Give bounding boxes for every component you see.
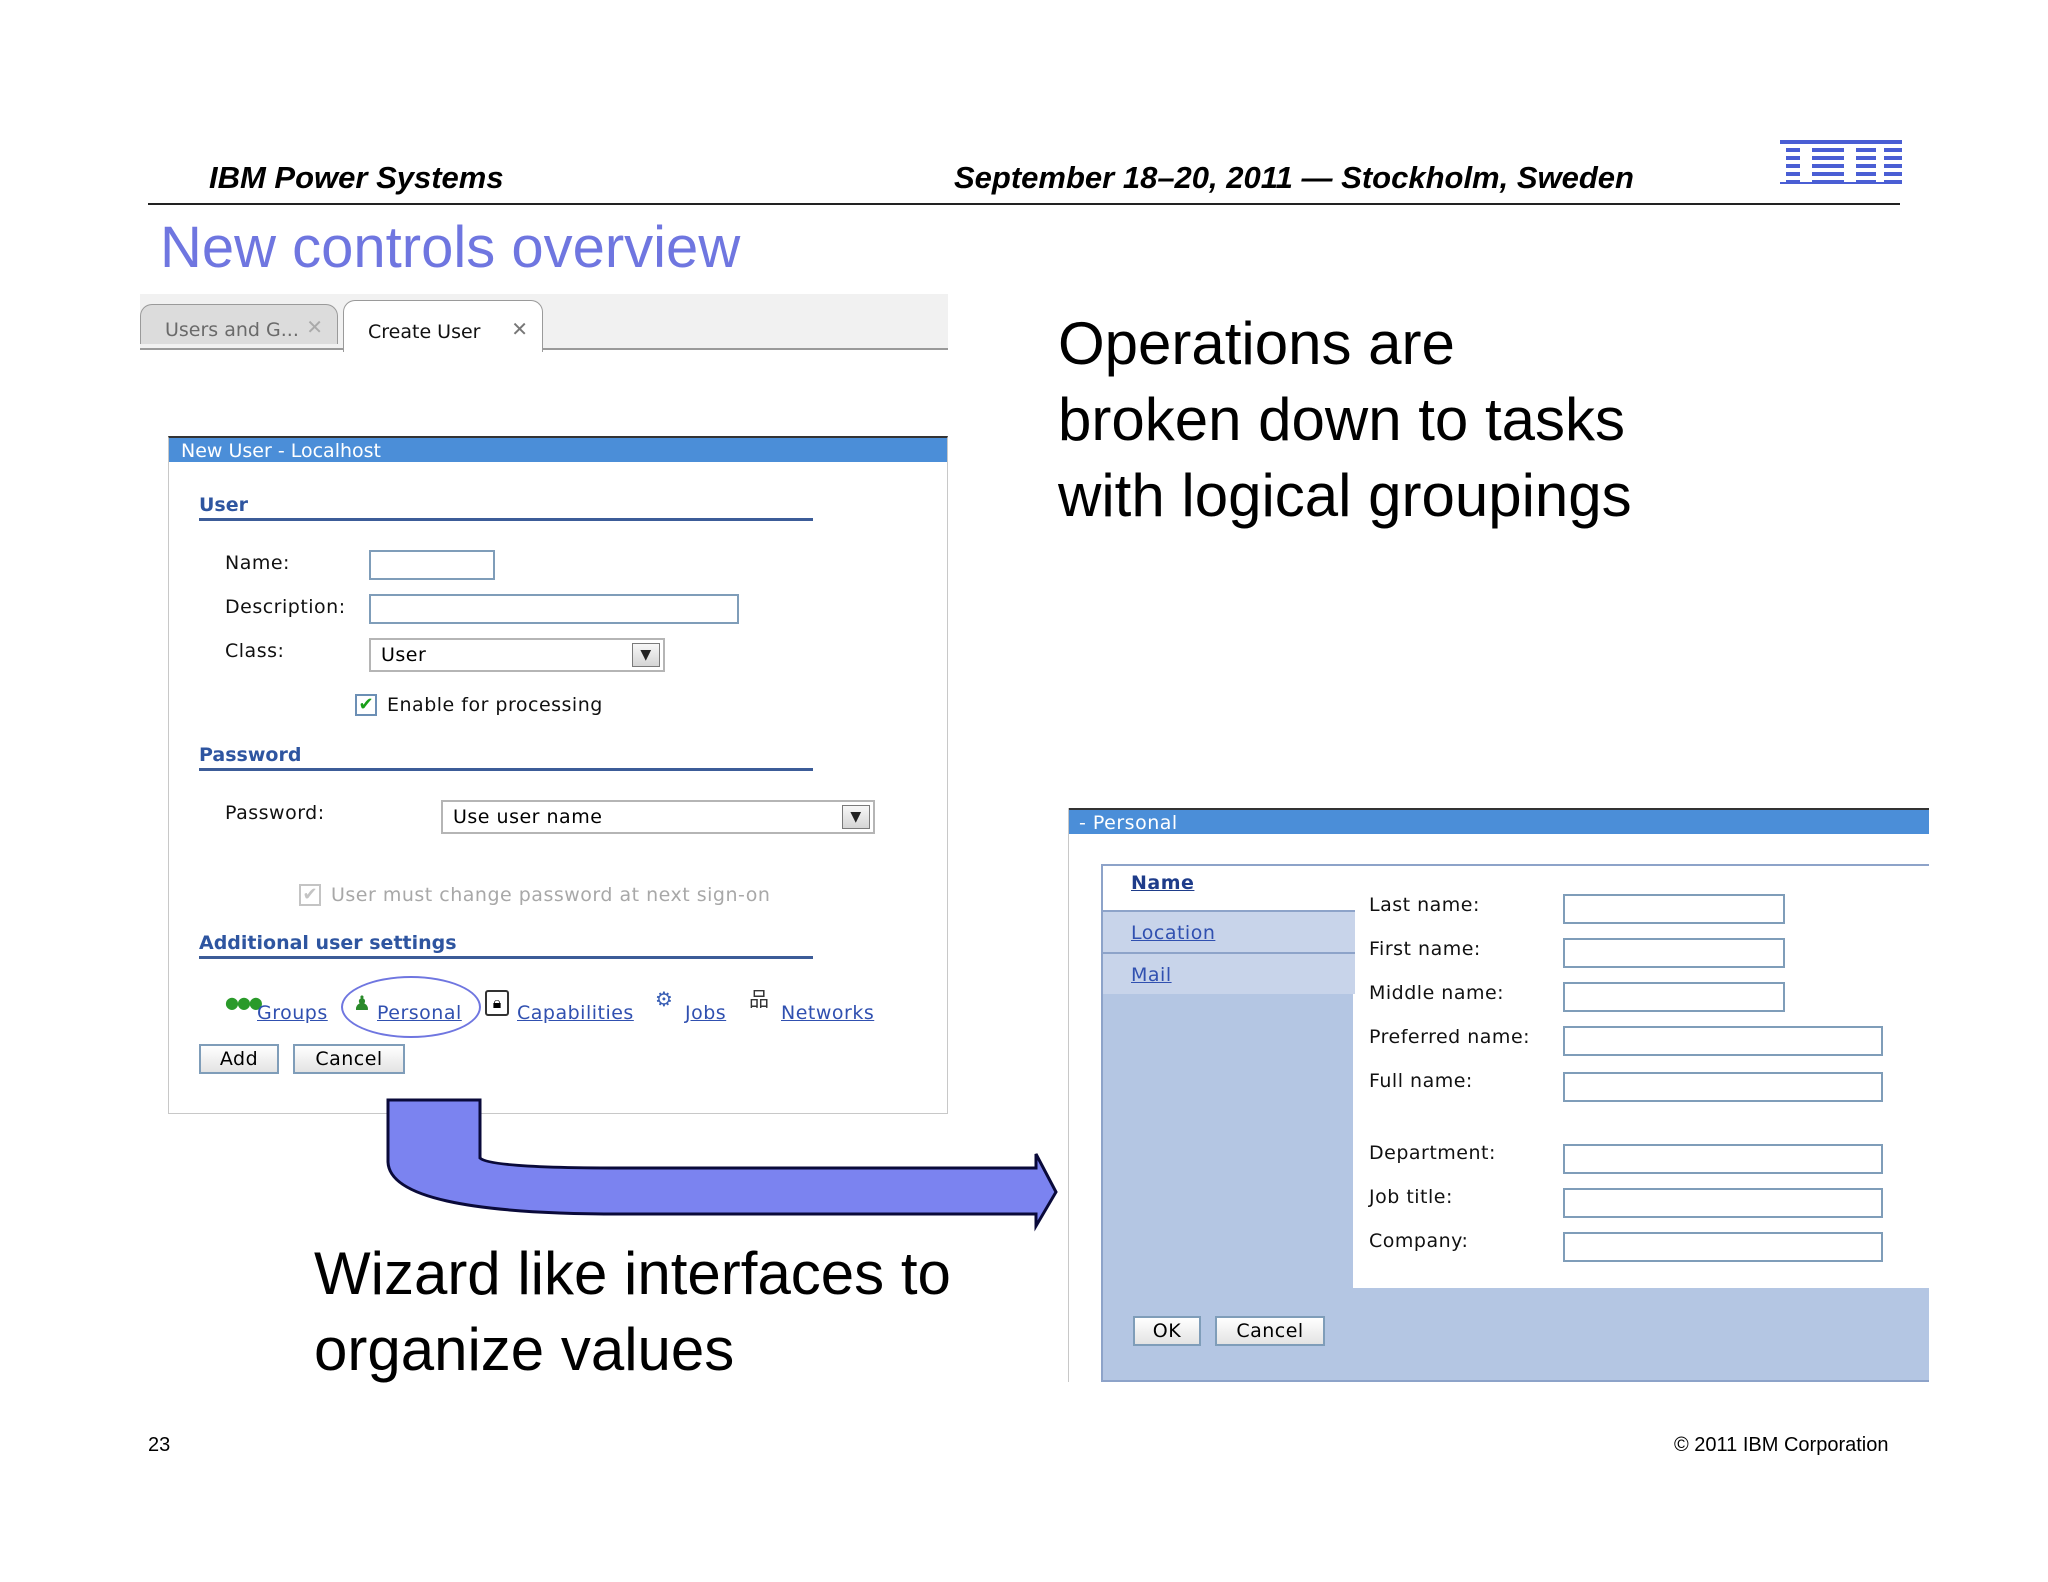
full-name-label: Full name: <box>1369 1070 1473 1092</box>
new-user-dialog: New User - Localhost User Name: Descript… <box>168 436 948 1114</box>
close-icon[interactable]: ✕ <box>511 317 528 341</box>
groups-icon: ●●● <box>225 993 263 1012</box>
description-input[interactable] <box>369 594 739 624</box>
password-select-value: Use user name <box>453 806 603 828</box>
header-rule <box>148 203 1900 205</box>
groups-link[interactable]: Groups <box>257 1002 328 1024</box>
nav-item-mail[interactable]: Mail <box>1103 952 1355 994</box>
capabilities-link[interactable]: Capabilities <box>517 1002 634 1024</box>
callout-line: organize values <box>314 1316 735 1383</box>
preferred-name-label: Preferred name: <box>1369 1026 1531 1048</box>
personal-nav: Name Location Mail <box>1101 866 1355 1288</box>
first-name-input[interactable] <box>1563 938 1785 968</box>
chevron-down-icon[interactable]: ▼ <box>842 805 870 829</box>
job-title-label: Job title: <box>1369 1186 1453 1208</box>
name-label: Name: <box>225 552 290 574</box>
password-label: Password: <box>225 802 325 824</box>
first-name-label: First name: <box>1369 938 1481 960</box>
ibm-logo-icon <box>1780 140 1902 184</box>
password-select[interactable]: Use user name ▼ <box>441 800 875 834</box>
callout-wizard: Wizard like interfaces to organize value… <box>314 1236 951 1388</box>
section-password: Password <box>199 744 813 771</box>
callout-operations: Operations are broken down to tasks with… <box>1058 306 1632 534</box>
personal-dialog-footer: OK Cancel <box>1101 1288 1929 1382</box>
tab-label: Users and G... <box>165 319 299 341</box>
tab-label: Create User <box>368 321 481 343</box>
callout-line: with logical groupings <box>1058 462 1632 529</box>
preferred-name-input[interactable] <box>1563 1026 1883 1056</box>
must-change-password-checkbox[interactable]: ✔ <box>299 884 321 906</box>
nav-item-name[interactable]: Name <box>1103 866 1355 910</box>
networks-link[interactable]: Networks <box>781 1002 874 1024</box>
header-right: September 18–20, 2011 — Stockholm, Swede… <box>954 160 1634 195</box>
company-input[interactable] <box>1563 1232 1883 1262</box>
personal-cancel-button[interactable]: Cancel <box>1215 1316 1325 1346</box>
network-icon: 品 <box>749 987 769 1011</box>
jobs-link[interactable]: Jobs <box>685 1002 726 1024</box>
must-change-password-label: User must change password at next sign-o… <box>331 884 771 906</box>
enable-processing-label: Enable for processing <box>387 694 603 716</box>
page-number: 23 <box>148 1434 171 1456</box>
middle-name-label: Middle name: <box>1369 982 1505 1004</box>
close-icon[interactable]: ✕ <box>306 315 323 339</box>
class-select-value: User <box>381 644 427 666</box>
cancel-button[interactable]: Cancel <box>293 1044 405 1074</box>
class-select[interactable]: User ▼ <box>369 638 665 672</box>
last-name-input[interactable] <box>1563 894 1785 924</box>
callout-line: broken down to tasks <box>1058 386 1625 453</box>
name-input[interactable] <box>369 550 495 580</box>
slide-title: New controls overview <box>160 215 741 280</box>
section-user: User <box>199 494 813 521</box>
personal-dialog-title[interactable]: - Personal <box>1069 808 1929 834</box>
ok-button[interactable]: OK <box>1133 1316 1201 1346</box>
callout-line: Operations are <box>1058 310 1455 377</box>
nav-item-location[interactable]: Location <box>1103 910 1355 952</box>
class-label: Class: <box>225 640 285 662</box>
lock-icon: 🔒︎ <box>485 990 509 1016</box>
middle-name-input[interactable] <box>1563 982 1785 1012</box>
description-label: Description: <box>225 596 346 618</box>
personal-dialog: - Personal Name Location Mail Last name:… <box>1068 808 1929 1382</box>
job-title-input[interactable] <box>1563 1188 1883 1218</box>
enable-processing-checkbox[interactable]: ✔ <box>355 694 377 716</box>
personal-highlight-ellipse <box>341 976 481 1038</box>
full-name-input[interactable] <box>1563 1072 1883 1102</box>
tab-create-user[interactable]: Create User ✕ <box>343 300 543 352</box>
gears-icon: ⚙ <box>655 987 673 1011</box>
callout-line: Wizard like interfaces to <box>314 1240 951 1307</box>
copyright: © 2011 IBM Corporation <box>1674 1434 1889 1456</box>
add-button[interactable]: Add <box>199 1044 279 1074</box>
tab-bar: Users and G... ✕ Create User ✕ <box>140 294 948 352</box>
last-name-label: Last name: <box>1369 894 1480 916</box>
company-label: Company: <box>1369 1230 1469 1252</box>
flow-arrow-icon <box>386 1098 1058 1232</box>
chevron-down-icon[interactable]: ▼ <box>632 643 660 667</box>
tab-users-and-groups[interactable]: Users and G... ✕ <box>140 304 338 344</box>
section-additional: Additional user settings <box>199 932 813 959</box>
department-label: Department: <box>1369 1142 1496 1164</box>
dialog-title: New User - Localhost <box>169 438 947 462</box>
header-left: IBM Power Systems <box>209 160 504 195</box>
department-input[interactable] <box>1563 1144 1883 1174</box>
